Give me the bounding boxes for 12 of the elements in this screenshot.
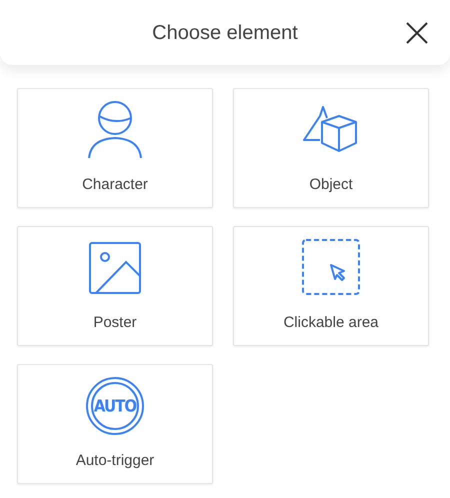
close-button[interactable] [404, 20, 430, 46]
dashed-area-cursor-icon [302, 239, 360, 297]
dialog-title: Choose element [152, 20, 298, 46]
element-card[interactable]: Character [17, 88, 213, 208]
element-card[interactable]: AUTO Auto-trigger [17, 364, 213, 484]
element-card[interactable]: Object [233, 88, 429, 208]
auto-badge-icon: AUTO [86, 377, 144, 435]
element-card[interactable]: Poster [17, 226, 213, 346]
image-icon [89, 242, 141, 294]
person-icon [88, 101, 142, 159]
shapes-icon [303, 106, 359, 154]
element-card[interactable]: Clickable area [233, 226, 429, 346]
